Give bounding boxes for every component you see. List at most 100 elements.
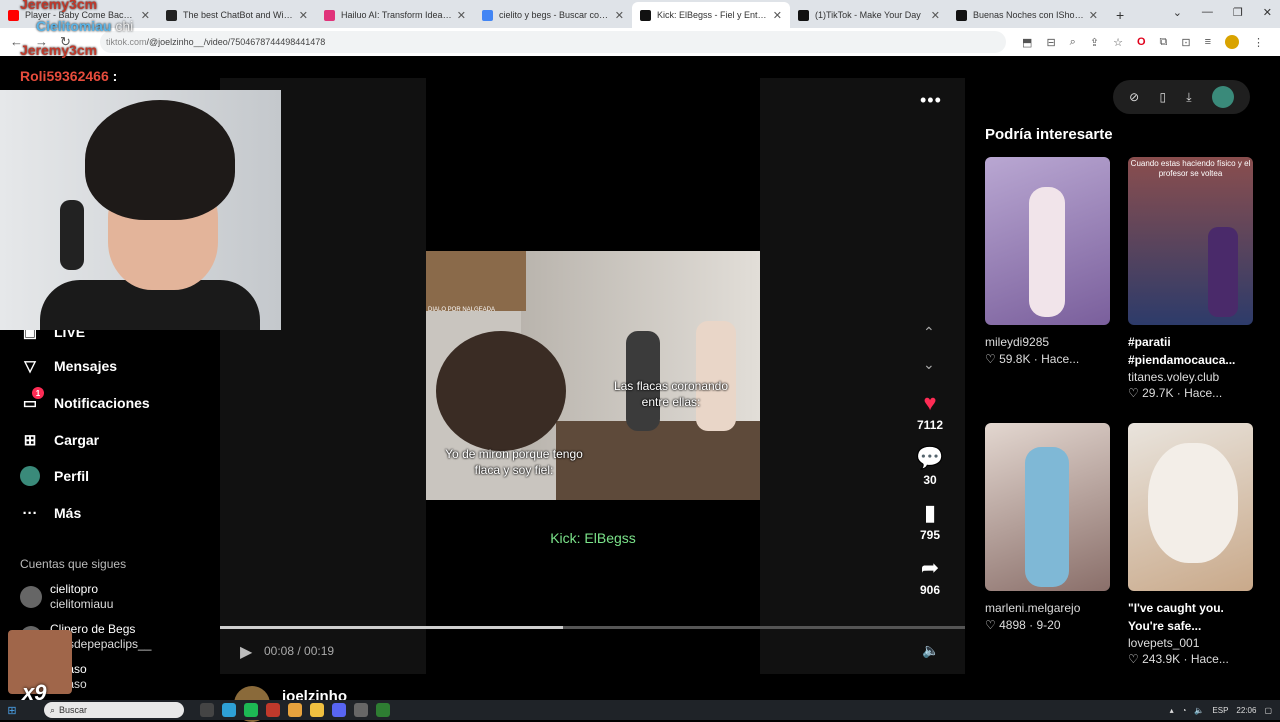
- tab-close-icon[interactable]: ✕: [773, 9, 782, 22]
- video-time: 00:08 / 00:19: [264, 644, 335, 658]
- sidebar-item-mensajes[interactable]: ▽ Mensajes: [20, 356, 117, 376]
- card-author[interactable]: mileydi9285: [985, 333, 1110, 351]
- clock[interactable]: 22:06: [1236, 706, 1256, 715]
- share-button[interactable]: ➦ 906: [910, 555, 950, 597]
- zoom-icon[interactable]: ⌕: [1070, 36, 1076, 49]
- app-icon[interactable]: [376, 703, 390, 717]
- card-title[interactable]: #paratii #piendamocauca...: [1128, 333, 1253, 369]
- more-options-button[interactable]: •••: [920, 90, 942, 111]
- media-icon[interactable]: ≡: [1205, 36, 1211, 48]
- tab-close-icon[interactable]: ✕: [141, 9, 150, 22]
- browser-tab[interactable]: The best ChatBot and Widgets ✕: [158, 2, 316, 28]
- opera-icon[interactable]: O: [1137, 36, 1146, 48]
- file-explorer-icon[interactable]: [310, 703, 324, 717]
- like-button[interactable]: ♥ 7112: [910, 390, 950, 432]
- tab-close-icon[interactable]: ✕: [1089, 9, 1098, 22]
- tab-close-icon[interactable]: ✕: [615, 9, 624, 22]
- browser-tab[interactable]: Hailuo AI: Transform Idea to Vi ✕: [316, 2, 474, 28]
- extension-icon[interactable]: ⊡: [1181, 36, 1190, 49]
- url-field[interactable]: tiktok.com /@joelzinho__/video/750467874…: [100, 31, 1007, 53]
- chat-line: Jeremy3cm: [20, 0, 97, 12]
- search-icon: ⌕: [50, 704, 56, 715]
- chrome-icon[interactable]: [288, 703, 302, 717]
- menu-dots-icon[interactable]: ⋮: [1253, 36, 1264, 49]
- download-icon[interactable]: ⤓: [1186, 90, 1191, 105]
- translate-icon[interactable]: ⊟: [1046, 36, 1055, 49]
- profile-avatar[interactable]: [1211, 86, 1234, 108]
- sidebar-item-notificaciones[interactable]: ▭ 1 Notificaciones: [20, 387, 150, 413]
- extensions-icon[interactable]: ⧉: [1160, 36, 1168, 49]
- video-thumbnail[interactable]: Cuando estas haciendo físico y el profes…: [1128, 157, 1253, 325]
- browser-tab[interactable]: (1)TikTok - Make Your Day ✕: [790, 2, 948, 28]
- thumbnail-overlay: [985, 157, 1110, 159]
- comment-button[interactable]: 💬 30: [910, 445, 950, 487]
- app-icon[interactable]: [266, 703, 280, 717]
- share-icon[interactable]: ⇪: [1090, 36, 1099, 49]
- inbox-icon: ▭ 1: [20, 387, 44, 413]
- card-author[interactable]: marleni.melgarejo: [985, 599, 1110, 617]
- sidebar-item-perfil[interactable]: Perfil: [20, 466, 89, 486]
- restore-button[interactable]: ❐: [1233, 6, 1243, 19]
- close-window-button[interactable]: ✕: [1263, 6, 1272, 19]
- video-player[interactable]: DIALO POR NALGEADA Las flacas coronando …: [220, 78, 965, 674]
- recommendation-card[interactable]: mileydi9285 ♡ 59.8K · Hace...: [985, 157, 1110, 367]
- wifi-icon[interactable]: ◔: [1182, 706, 1187, 715]
- video-caption-top: Las flacas coronando entre ellas:: [613, 379, 729, 409]
- url-domain: tiktok.com: [106, 37, 147, 47]
- obs-icon[interactable]: [354, 703, 368, 717]
- chevron-up-icon[interactable]: ⌃: [923, 324, 935, 341]
- extensions-area: ⬒ ⊟ ⌕ ⇪ ☆ O ⧉ ⊡ ≡ ⋮: [1006, 35, 1280, 49]
- install-icon[interactable]: ⬒: [1022, 36, 1032, 49]
- chevron-down-icon[interactable]: ⌄: [923, 356, 935, 373]
- profile-avatar-icon[interactable]: [1225, 35, 1239, 49]
- save-button[interactable]: ▮ 795: [910, 500, 950, 542]
- sidebar-item-cargar[interactable]: ⊞ Cargar: [20, 430, 99, 450]
- browser-tab[interactable]: Kick: ElBegss - Fiel y Entretenid ✕: [632, 2, 790, 28]
- video-progress-bar[interactable]: [220, 626, 965, 629]
- sidebar-item-mas[interactable]: ··· Más: [20, 503, 82, 523]
- minimize-button[interactable]: —: [1202, 6, 1213, 19]
- like-count: 7112: [916, 418, 944, 432]
- recommendation-card[interactable]: "I've caught you. You're safe... lovepet…: [1128, 423, 1253, 667]
- tab-close-icon[interactable]: ✕: [299, 9, 308, 22]
- language-indicator[interactable]: ESP: [1212, 706, 1228, 715]
- tab-title: Hailuo AI: Transform Idea to Vi: [341, 10, 453, 20]
- volume-icon[interactable]: 🔈: [922, 642, 939, 659]
- video-thumbnail[interactable]: [1128, 423, 1253, 591]
- new-tab-button[interactable]: +: [1106, 2, 1134, 28]
- notification-icon[interactable]: ▢: [1264, 706, 1272, 715]
- following-account[interactable]: cielitopro cielitomiauu: [20, 582, 113, 612]
- heart-icon: ♡: [985, 352, 996, 366]
- tab-close-icon[interactable]: ✕: [931, 9, 940, 22]
- chevron-down-icon[interactable]: ⌄: [1173, 6, 1182, 19]
- spotify-icon[interactable]: [244, 703, 258, 717]
- recommendation-card[interactable]: marleni.melgarejo ♡ 4898 · 9-20: [985, 423, 1110, 633]
- tab-favicon-icon: [640, 9, 651, 21]
- discord-icon[interactable]: [332, 703, 346, 717]
- task-view-icon[interactable]: [200, 703, 214, 717]
- video-thumbnail[interactable]: [985, 423, 1110, 591]
- tab-favicon-icon: [956, 9, 967, 21]
- tab-close-icon[interactable]: ✕: [457, 9, 466, 22]
- card-title[interactable]: "I've caught you. You're safe...: [1128, 599, 1253, 635]
- card-handle[interactable]: lovepets_001: [1128, 635, 1253, 651]
- tab-favicon-icon: [166, 9, 177, 21]
- browser-tab[interactable]: Buenas Noches con IShowSpee ✕: [948, 2, 1106, 28]
- video-thumbnail[interactable]: [985, 157, 1110, 325]
- volume-icon[interactable]: 🔈: [1194, 706, 1204, 715]
- tray-icon[interactable]: ▴: [1170, 706, 1174, 715]
- play-icon[interactable]: ▶: [240, 642, 252, 662]
- video-subcaption: Kick: ElBegss: [550, 530, 636, 546]
- phone-icon[interactable]: ▯: [1159, 90, 1166, 104]
- coins-icon[interactable]: ⊘: [1129, 90, 1139, 104]
- bookmark-star-icon[interactable]: ☆: [1113, 36, 1123, 49]
- recommendation-card[interactable]: Cuando estas haciendo físico y el profes…: [1128, 157, 1253, 401]
- app-icon[interactable]: [222, 703, 236, 717]
- card-handle[interactable]: titanes.voley.club: [1128, 369, 1253, 385]
- browser-tab[interactable]: cielito y begs - Buscar con Goo ✕: [474, 2, 632, 28]
- paper-plane-icon: ▽: [24, 358, 36, 375]
- heart-icon: ♡: [985, 618, 996, 632]
- taskbar-search[interactable]: ⌕ Buscar: [44, 702, 184, 718]
- windows-start-icon[interactable]: ⊞: [0, 704, 24, 717]
- person: [1208, 227, 1238, 317]
